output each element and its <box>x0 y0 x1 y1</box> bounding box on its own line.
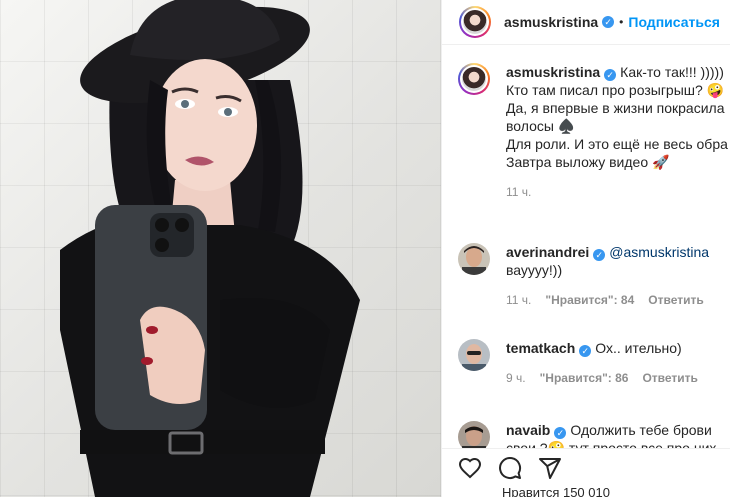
verified-badge-icon: ✓ <box>602 16 615 28</box>
comment-text: Одолжить тебе брови <box>570 422 712 438</box>
caption-line: Завтра выложу видео 🚀 <box>506 154 670 170</box>
caption-line: волосы ♠️ <box>506 118 576 134</box>
verified-badge-icon: ✓ <box>579 345 592 357</box>
comment-text: вауууу!)) <box>506 262 563 278</box>
commenter-avatar[interactable] <box>458 243 490 275</box>
mention-link[interactable]: @asmuskristina <box>609 244 709 260</box>
author-avatar[interactable] <box>459 6 491 38</box>
comment-likes[interactable]: "Нравится": 86 <box>540 371 629 385</box>
comment-item: navaib ✓ Одолжить тебе брови свои ?🤪 тут п… <box>442 421 730 448</box>
comment-button[interactable] <box>490 452 530 484</box>
caption-avatar[interactable] <box>458 63 490 95</box>
caption-line: Для роли. И это ещё не весь обра <box>506 136 728 152</box>
comment-likes[interactable]: "Нравится": 84 <box>545 293 634 307</box>
verified-badge-icon: ✓ <box>554 427 567 439</box>
caption-time[interactable]: 11 ч. <box>506 185 531 199</box>
reply-button[interactable]: Ответить <box>648 293 703 307</box>
share-button[interactable] <box>530 452 570 484</box>
comment-icon <box>499 457 522 479</box>
caption: asmuskristina ✓ Как-то так!!! ))))) Кто та… <box>442 63 730 243</box>
separator-dot: • <box>619 15 624 29</box>
caption-line: Как-то так!!! ))))) <box>620 64 724 80</box>
commenter-username[interactable]: navaib <box>506 422 550 438</box>
likes-count[interactable]: Нравится 150 010 <box>442 485 730 497</box>
commenter-username[interactable]: averinandrei <box>506 244 589 260</box>
caption-line: Да, я впервые в жизни покрасила <box>506 100 725 116</box>
comment-item: tematkach ✓ Ох.. ительно) 9 ч. "Нравится":… <box>442 339 730 421</box>
comment-item: averinandrei ✓ @asmuskristina вауууу!)) 11… <box>442 243 730 339</box>
commenter-avatar[interactable] <box>458 421 490 448</box>
verified-badge-icon: ✓ <box>593 249 606 261</box>
post-header: asmuskristina ✓ • Подписаться <box>442 0 730 44</box>
post-actions <box>442 452 730 484</box>
post-photo[interactable] <box>0 0 441 497</box>
commenter-avatar[interactable] <box>458 339 490 371</box>
author-username[interactable]: asmuskristina <box>504 14 598 30</box>
caption-username[interactable]: asmuskristina <box>506 64 600 80</box>
comment-time[interactable]: 11 ч. <box>506 293 531 307</box>
verified-badge-icon: ✓ <box>604 69 617 81</box>
actions-divider <box>442 448 730 449</box>
paper-plane-icon <box>539 458 561 479</box>
likes-text: Нравится 150 010 <box>502 485 610 497</box>
comment-text: Ох.. ительно) <box>595 340 682 356</box>
comment-text: свои ?🤪 тут просто все про них <box>506 440 717 448</box>
comments-list[interactable]: asmuskristina ✓ Как-то так!!! ))))) Кто та… <box>442 63 730 448</box>
caption-line: Кто там писал про розыгрыш? 🤪 <box>506 82 725 98</box>
commenter-username[interactable]: tematkach <box>506 340 575 356</box>
heart-icon <box>458 457 482 479</box>
comment-time[interactable]: 9 ч. <box>506 371 526 385</box>
like-button[interactable] <box>450 452 490 484</box>
photo-illustration <box>60 0 360 497</box>
header-divider <box>442 44 730 45</box>
reply-button[interactable]: Ответить <box>642 371 697 385</box>
follow-button[interactable]: Подписаться <box>628 14 720 30</box>
